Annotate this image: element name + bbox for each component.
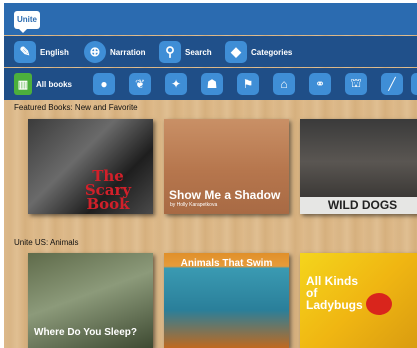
book-cover[interactable]: All Kinds of Ladybugs [300, 253, 417, 348]
categories-label: Categories [251, 47, 293, 57]
plant-icon[interactable]: ❦ [129, 73, 151, 95]
app-window: Unite ✎ English ⊕ Narration ⚲ Search ◆ C… [4, 3, 417, 348]
book-title: The Scary Book [84, 167, 132, 213]
search-icon: ⚲ [159, 41, 181, 63]
sports-icon[interactable]: ⚑ [237, 73, 259, 95]
english-label: English [40, 47, 69, 57]
book-cover[interactable]: Where Do You Sleep? [28, 253, 153, 348]
pencil-icon: ✎ [14, 41, 36, 63]
science-icon[interactable]: ✦ [165, 73, 187, 95]
house-icon[interactable]: ⌂ [273, 73, 295, 95]
book-cover[interactable]: Animals That Swim [164, 253, 289, 348]
landmark-icon[interactable]: ⛫ [345, 73, 367, 95]
book-title: Show Me a Shadow [169, 188, 281, 202]
book-title: Where Do You Sleep? [34, 327, 137, 338]
robot-icon[interactable]: ☗ [201, 73, 223, 95]
ladybug-illustration [366, 293, 392, 315]
all-books-button[interactable]: ▥ All books [14, 72, 72, 96]
brush-icon[interactable]: ╱ [381, 73, 403, 95]
handshake-icon[interactable]: ⚭ [309, 73, 331, 95]
narration-button[interactable]: ⊕ Narration [84, 40, 146, 64]
more-icon[interactable] [411, 73, 417, 95]
nav-bar: ✎ English ⊕ Narration ⚲ Search ◆ Categor… [4, 36, 417, 67]
tag-icon: ◆ [225, 41, 247, 63]
books-icon: ▥ [14, 73, 32, 95]
search-button[interactable]: ⚲ Search [159, 40, 212, 64]
section-title-animals: Unite US: Animals [14, 238, 79, 247]
book-title: All Kinds of Ladybugs [306, 274, 363, 312]
all-books-label: All books [36, 79, 73, 89]
narration-label: Narration [110, 47, 146, 57]
categories-button[interactable]: ◆ Categories [225, 40, 292, 64]
book-cover[interactable]: Show Me a Shadow by Holly Karapetkova [164, 119, 289, 214]
unite-logo: Unite [14, 11, 40, 33]
globe-icon: ⊕ [84, 41, 106, 63]
book-title: Animals That Swim [180, 258, 273, 269]
book-title: WILD DOGS [327, 198, 398, 212]
english-button[interactable]: ✎ English [14, 40, 69, 64]
book-author: by Holly Karapetkova [170, 202, 218, 208]
paw-icon[interactable]: ● [93, 73, 115, 95]
book-cover[interactable]: WILD DOGS [300, 119, 417, 214]
category-bar: ▥ All books ● ❦ ✦ ☗ ⚑ ⌂ ⚭ ⛫ ╱ [4, 68, 417, 100]
section-title-featured: Featured Books: New and Favorite [14, 103, 138, 112]
title-bar: Unite [4, 3, 417, 35]
search-label: Search [185, 47, 212, 57]
book-cover[interactable]: The Scary Book [28, 119, 153, 214]
